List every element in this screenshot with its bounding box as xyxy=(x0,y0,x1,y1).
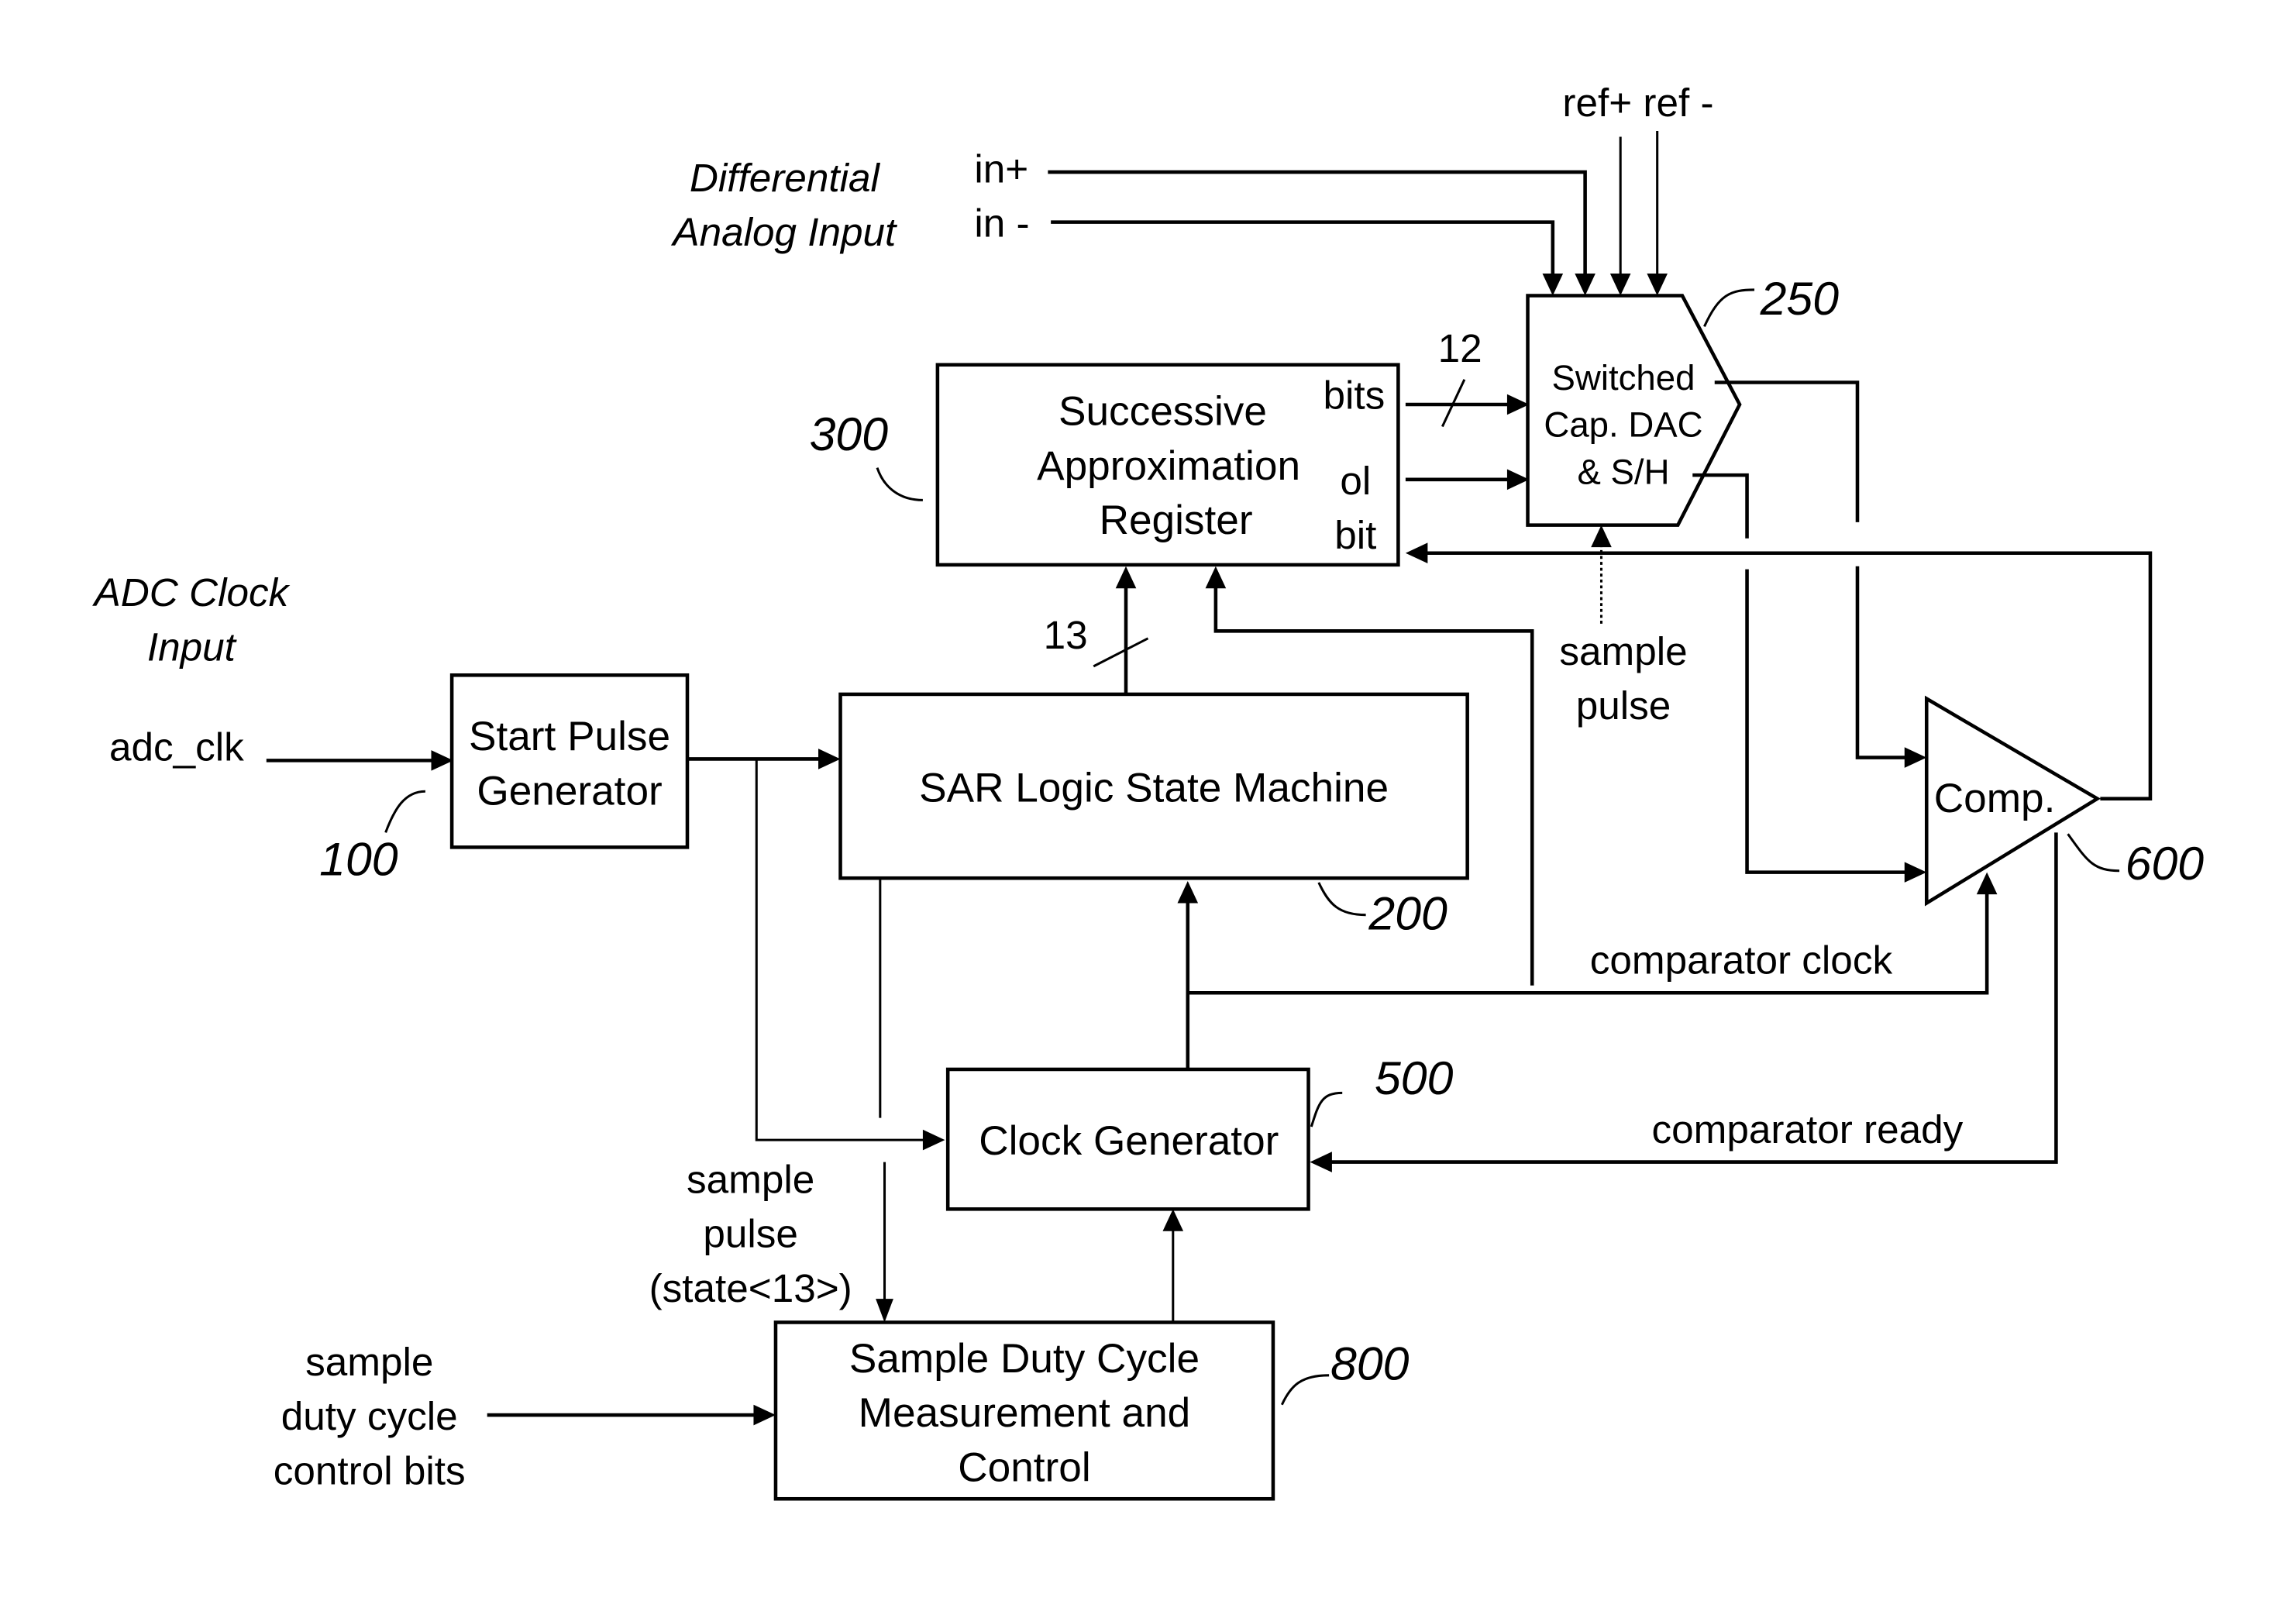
sar-logic-ref-number: 200 xyxy=(1368,887,1447,940)
state-bus-slash xyxy=(1093,637,1149,668)
in-plus-wire xyxy=(1048,170,1587,277)
duty-cycle-ref-number: 800 xyxy=(1330,1337,1410,1390)
dac-lower-output-wire-continued xyxy=(1745,569,1908,874)
adc-clk-label: adc_clk xyxy=(109,725,244,769)
comp-lower-input-arrowhead xyxy=(1904,862,1927,883)
comparator-ready-label: comparator ready xyxy=(1652,1107,1964,1152)
start-pulse-label-line-1: Start Pulse xyxy=(469,714,670,759)
adc-clock-input-line-2: Input xyxy=(147,625,238,669)
sar-clock-arrowhead xyxy=(1205,566,1227,589)
dac-upper-output-wire-continued xyxy=(1855,566,1908,759)
comparator-ready-arrowhead xyxy=(1310,1152,1332,1172)
comparator-block[interactable]: Comp. xyxy=(1924,695,2102,907)
sar-register-label-line-3: Register xyxy=(1100,497,1253,543)
in-plus-arrowhead xyxy=(1575,274,1595,296)
sample-pulse-state-line-2: pulse xyxy=(703,1212,798,1256)
state-bus-arrowhead xyxy=(1115,566,1137,589)
sar-register-label-line-2: Approximation xyxy=(1037,443,1300,489)
dac-label-line-3: & S/H xyxy=(1577,453,1669,492)
sar-logic-state-machine-block[interactable]: SAR Logic State Machine xyxy=(838,692,1469,880)
ref-plus-arrowhead xyxy=(1609,274,1631,296)
comparator-ref-leader xyxy=(2067,833,2120,873)
in-plus-label: in+ xyxy=(974,146,1028,191)
duty-cycle-label-line-2: Measurement and xyxy=(859,1390,1191,1436)
start-pulse-ref-leader xyxy=(384,790,425,833)
comparator-clock-label: comparator clock xyxy=(1590,938,1893,983)
dac-ref-leader xyxy=(1703,288,1755,328)
bits-port-label: bits xyxy=(1324,374,1386,418)
duty-cycle-control-arrowhead xyxy=(753,1404,776,1426)
sample-pulse-state-line-1: sample xyxy=(687,1157,814,1201)
in-minus-label: in - xyxy=(974,201,1029,246)
differential-analog-input-line-2: Analog Input xyxy=(670,210,898,254)
comparator-ref-number: 600 xyxy=(2126,837,2205,890)
clock-gen-left-arrowhead xyxy=(922,1129,945,1151)
ref-label: ref+ ref - xyxy=(1562,81,1713,125)
start-pulse-ref-number: 100 xyxy=(319,832,398,885)
differential-analog-input-line-1: Differential xyxy=(690,156,881,200)
clock-gen-ref-leader xyxy=(1310,1091,1343,1127)
duty-cycle-control-line-1: sample xyxy=(305,1340,433,1384)
duty-cycle-control-line-2: duty cycle xyxy=(281,1394,458,1438)
successive-approximation-register-block[interactable]: Successive Approximation Register bits o… xyxy=(935,363,1400,567)
differential-analog-input-label: Differential Analog Input xyxy=(670,156,898,254)
duty-cycle-label-line-3: Control xyxy=(958,1444,1090,1490)
comp-upper-input-arrowhead xyxy=(1904,747,1927,768)
sar-register-ref-leader xyxy=(876,467,923,501)
bit-port-label: bit xyxy=(1334,513,1376,557)
dac-label-line-1: Switched xyxy=(1552,358,1695,398)
switched-cap-dac-block[interactable]: Switched Cap. DAC & S/H xyxy=(1526,294,1742,527)
adc-clock-input-line-1: ADC Clock xyxy=(92,570,291,614)
sample-pulse-top-line-2: pulse xyxy=(1576,683,1671,728)
sar-register-label-line-1: Successive xyxy=(1059,389,1267,435)
bus-13-label: 13 xyxy=(1044,613,1088,657)
sar-adc-block-diagram: Differential Analog Input in+ in - ref+ … xyxy=(92,81,2205,1501)
sample-pulse-state-line-3: (state<13>) xyxy=(649,1266,852,1310)
clock-gen-label: Clock Generator xyxy=(979,1118,1279,1164)
bits-bus-arrowhead xyxy=(1506,394,1530,415)
duty-cycle-top-arrowhead xyxy=(876,1299,893,1323)
sar-logic-input-arrowhead xyxy=(818,749,841,769)
clock-generator-block[interactable]: Clock Generator xyxy=(945,1067,1310,1211)
dac-label-line-2: Cap. DAC xyxy=(1544,405,1702,445)
bit-input-arrowhead xyxy=(1405,542,1428,564)
sar-logic-label: SAR Logic State Machine xyxy=(919,766,1389,811)
start-pulse-label-line-2: Generator xyxy=(477,768,662,814)
sample-duty-cycle-block[interactable]: Sample Duty Cycle Measurement and Contro… xyxy=(773,1320,1275,1501)
sample-pulse-top-line-1: sample xyxy=(1559,629,1687,673)
start-pulse-generator-block[interactable]: Start Pulse Generator xyxy=(449,673,690,849)
ol-port-label: ol xyxy=(1340,459,1371,503)
ref-minus-arrowhead xyxy=(1647,274,1668,296)
in-minus-arrowhead xyxy=(1542,274,1564,296)
clock-gen-bottom-arrowhead xyxy=(1162,1209,1184,1231)
sar-register-ref-number: 300 xyxy=(810,408,889,460)
duty-cycle-ref-leader xyxy=(1280,1374,1330,1406)
adc-clk-arrowhead xyxy=(431,750,454,771)
duty-cycle-label-line-1: Sample Duty Cycle xyxy=(849,1336,1200,1382)
in-minus-wire xyxy=(1051,220,1555,277)
comparator-clock-arrowhead xyxy=(1976,872,1998,895)
sar-logic-clock-arrowhead xyxy=(1177,881,1199,904)
duty-cycle-control-line-3: control bits xyxy=(274,1448,466,1492)
dac-ref-number: 250 xyxy=(1760,272,1840,325)
bus-12-label: 12 xyxy=(1438,326,1482,370)
clock-gen-ref-number: 500 xyxy=(1375,1052,1454,1104)
dac-lower-output-wire xyxy=(1692,473,1749,539)
sample-pulse-dac-arrowhead xyxy=(1591,525,1612,548)
ol-arrowhead xyxy=(1506,469,1530,491)
sar-logic-ref-leader xyxy=(1317,882,1366,917)
start-pulse-box xyxy=(449,673,690,849)
comparator-label: Comp. xyxy=(1934,776,2056,821)
